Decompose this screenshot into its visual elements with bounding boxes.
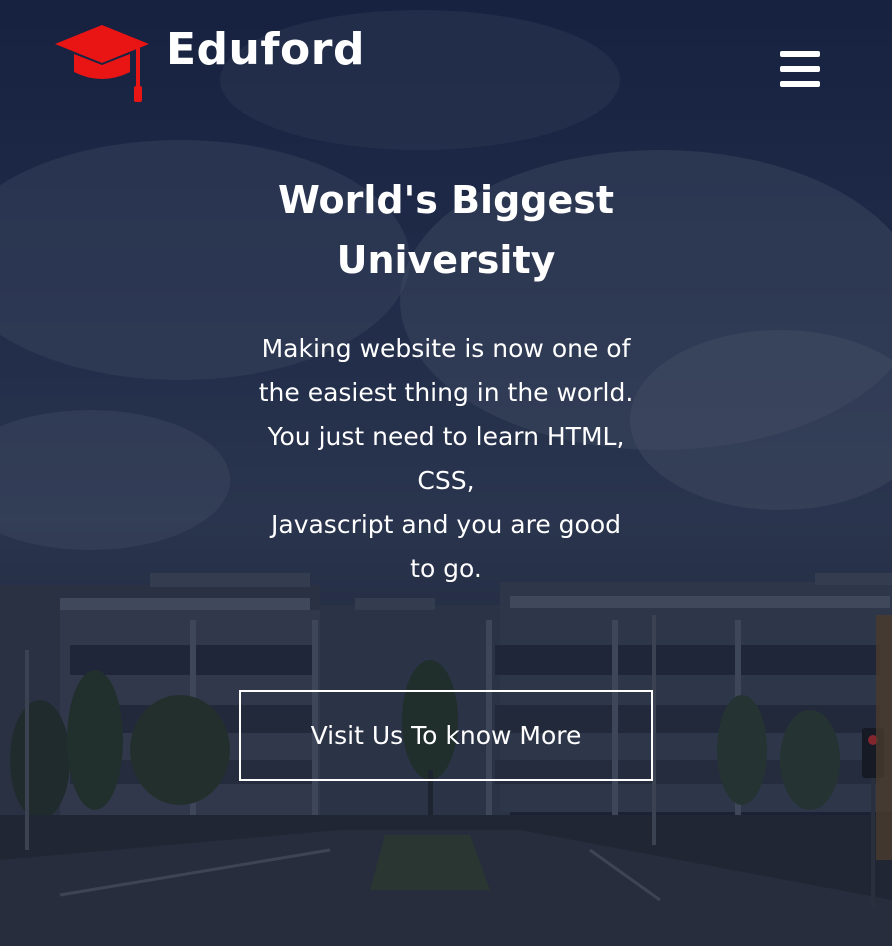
visit-us-button[interactable]: Visit Us To know More: [239, 690, 653, 781]
menu-bar: [780, 66, 820, 72]
description-line: You just need to learn HTML,: [267, 422, 625, 451]
description-line: Making website is now one of: [261, 334, 631, 363]
menu-bar: [780, 51, 820, 57]
hero-title: World's Biggest University: [277, 178, 615, 282]
description-line: to go.: [410, 554, 482, 583]
description-line: Javascript and you are good: [271, 510, 621, 539]
hero-section: Eduford World's Biggest University Makin…: [0, 0, 892, 946]
description-line: CSS,: [417, 466, 475, 495]
menu-bar: [780, 81, 820, 87]
brand-name: Eduford: [166, 24, 365, 75]
description-line: the easiest thing in the world.: [258, 378, 634, 407]
graduation-cap-icon: [55, 25, 149, 102]
site-logo[interactable]: Eduford: [52, 22, 365, 106]
hero-description: Making website is now one of the easiest…: [236, 327, 656, 591]
hamburger-menu-icon[interactable]: [780, 51, 820, 87]
